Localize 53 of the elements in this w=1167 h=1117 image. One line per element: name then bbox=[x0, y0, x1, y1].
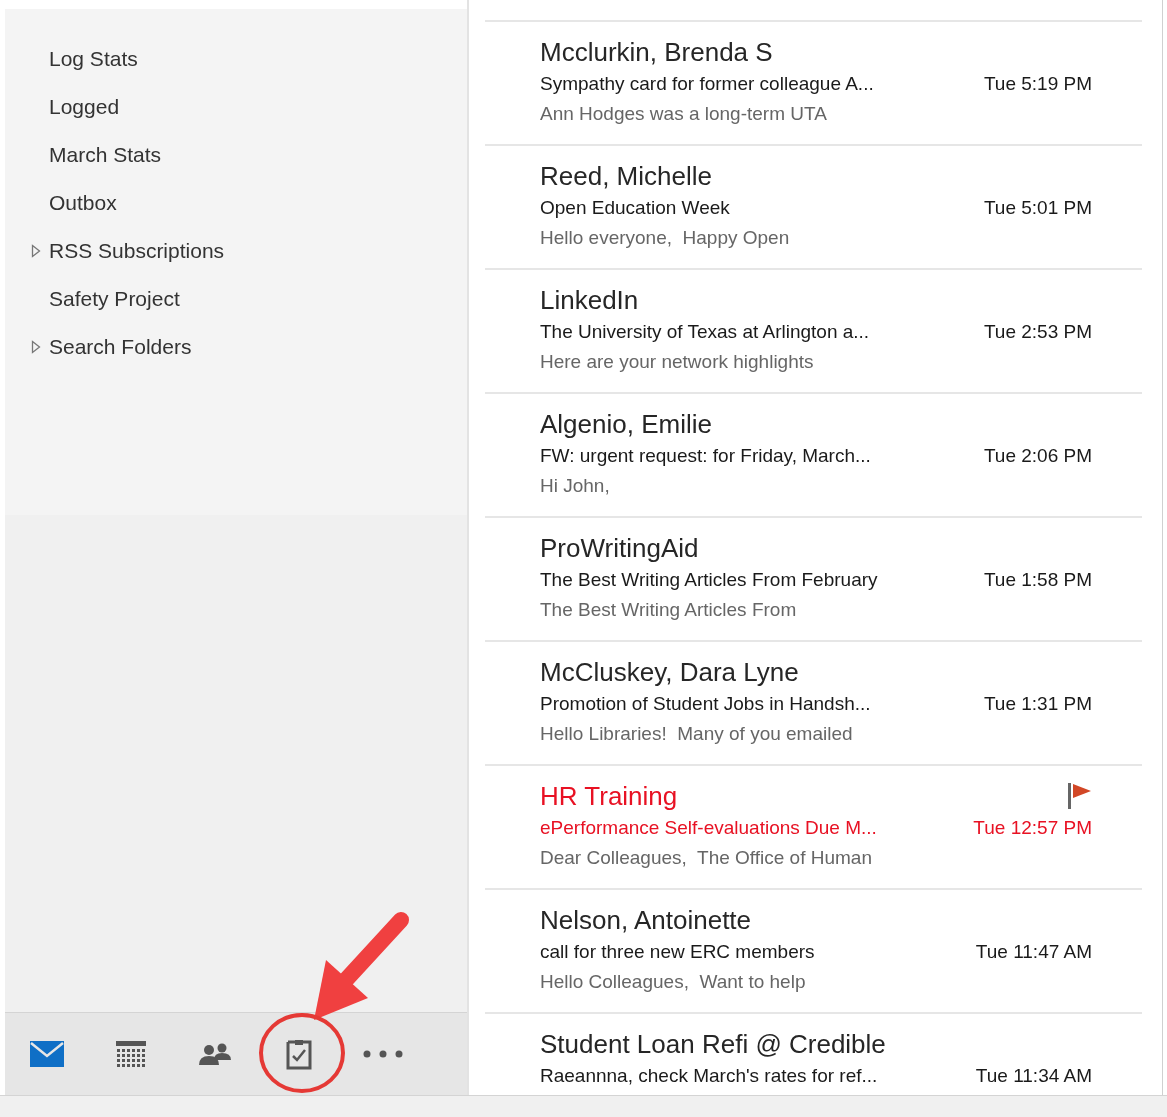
sender-name: Nelson, Antoinette bbox=[540, 903, 752, 937]
folder-item[interactable]: RSS Subscriptions bbox=[49, 235, 225, 267]
folder-item[interactable]: Search Folders bbox=[49, 331, 192, 363]
time-text: Tue 2:53 PM bbox=[983, 319, 1092, 344]
subject-text: call for three new ERC members bbox=[540, 939, 815, 964]
sender-name: LinkedIn bbox=[540, 283, 639, 317]
folder-item[interactable]: Logged bbox=[49, 91, 120, 123]
subject-text: Sympathy card for former colleague A... bbox=[540, 71, 874, 96]
message-item[interactable]: Mcclurkin, Brenda S Sympathy card for former colleague A... Tue 5:19 PM Ann Hodges was a long-term UTA bbox=[485, 22, 1142, 146]
folder-item[interactable]: March Stats bbox=[49, 139, 162, 171]
time-text: Tue 11:47 AM bbox=[975, 939, 1092, 964]
time-text: Tue 5:01 PM bbox=[983, 195, 1092, 220]
subject-text: Promotion of Student Jobs in Handsh... bbox=[540, 691, 871, 716]
preview-text: Ann Hodges was a long-term UTA bbox=[540, 101, 827, 126]
subject-text: Raeannna, check March's rates for ref... bbox=[540, 1063, 878, 1088]
sender-name: ProWritingAid bbox=[540, 531, 699, 565]
sender-name: Reed, Michelle bbox=[540, 159, 712, 193]
flag-icon[interactable] bbox=[1068, 783, 1092, 809]
folder-item[interactable]: Safety Project bbox=[49, 283, 180, 315]
sender-name: HR Training bbox=[540, 779, 678, 813]
time-text: Tue 2:06 PM bbox=[983, 443, 1092, 468]
preview-text: Here are your network highlights bbox=[540, 349, 814, 374]
time-text: Tue 5:19 PM bbox=[983, 71, 1092, 96]
subject-text: ePerformance Self-evaluations Due M... bbox=[540, 815, 877, 840]
message-item[interactable]: Nelson, Antoinette call for three new ERC members Tue 11:47 AM Hello Colleagues, Want to help bbox=[485, 890, 1142, 1014]
expand-arrow-icon[interactable] bbox=[31, 340, 41, 354]
time-text: Tue 1:58 PM bbox=[983, 567, 1092, 592]
time-text: Tue 12:57 PM bbox=[973, 815, 1092, 840]
message-item[interactable]: ProWritingAid The Best Writing Articles From February Tue 1:58 PM The Best Writing Articles From bbox=[485, 518, 1142, 642]
subject-text: FW: urgent request: for Friday, March... bbox=[540, 443, 871, 468]
message-item[interactable]: McCluskey, Dara Lyne Promotion of Student Jobs in Handsh... Tue 1:31 PM Hello Libraries! Many of you emailed bbox=[485, 642, 1142, 766]
sender-name: Algenio, Emilie bbox=[540, 407, 712, 441]
sender-name: Mcclurkin, Brenda S bbox=[540, 35, 773, 69]
preview-text: The Best Writing Articles From bbox=[540, 597, 797, 622]
preview-text: Dear Colleagues, The Office of Human bbox=[540, 845, 872, 870]
subject-text: The Best Writing Articles From February bbox=[540, 567, 878, 592]
folder-item[interactable]: Log Stats bbox=[49, 43, 138, 75]
preview-text: Hello everyone, Happy Open bbox=[540, 225, 790, 250]
message-item[interactable]: Reed, Michelle Open Education Week Tue 5:01 PM Hello everyone, Happy Open bbox=[485, 146, 1142, 270]
sender-name: McCluskey, Dara Lyne bbox=[540, 655, 799, 689]
subject-text: The University of Texas at Arlington a... bbox=[540, 319, 870, 344]
message-item[interactable]: Algenio, Emilie FW: urgent request: for Friday, March... Tue 2:06 PM Hi John, bbox=[485, 394, 1142, 518]
message-item[interactable]: LinkedIn The University of Texas at Arlington a... Tue 2:53 PM Here are your network highlights bbox=[485, 270, 1142, 394]
preview-text: Hello Libraries! Many of you emailed bbox=[540, 721, 853, 746]
subject-text: Open Education Week bbox=[540, 195, 730, 220]
time-text: Tue 11:34 AM bbox=[975, 1063, 1092, 1088]
message-item[interactable]: HR Training ePerformance Self-evaluations Due M... Tue 12:57 PM Dear Colleagues, The Office of Human bbox=[485, 766, 1142, 890]
preview-text: Hello Colleagues, Want to help bbox=[540, 969, 806, 994]
preview-text: Hi John, bbox=[540, 473, 610, 498]
sender-name: Student Loan Refi @ Credible bbox=[540, 1027, 886, 1061]
time-text: Tue 1:31 PM bbox=[983, 691, 1092, 716]
folder-item[interactable]: Outbox bbox=[49, 187, 117, 219]
expand-arrow-icon[interactable] bbox=[31, 244, 41, 258]
